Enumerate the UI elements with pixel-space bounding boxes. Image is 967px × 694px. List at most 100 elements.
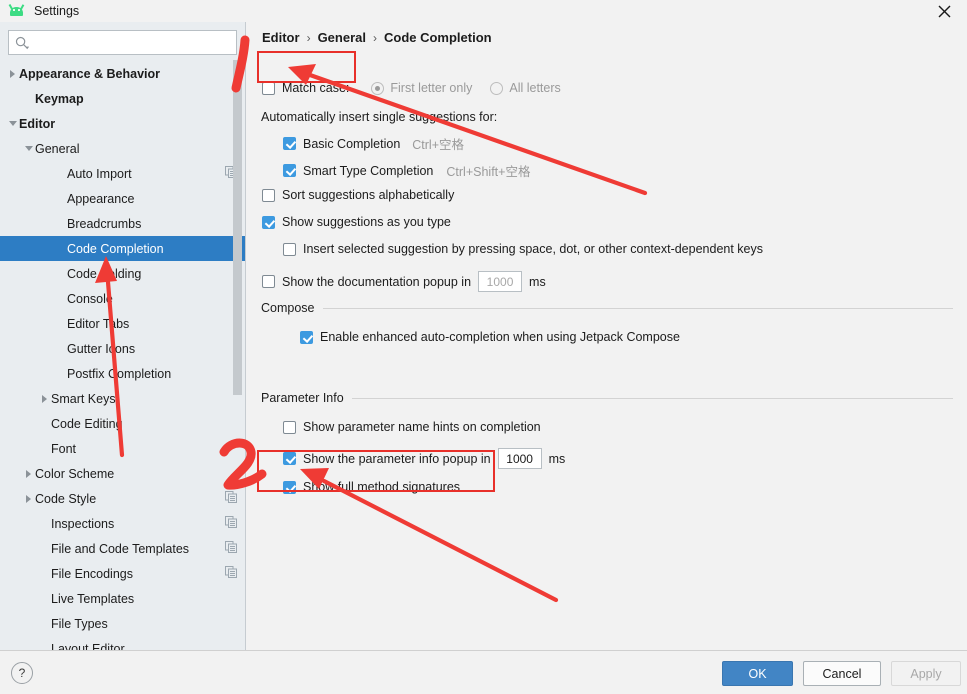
first-letter-only-label: First letter only xyxy=(390,81,473,95)
sidebar-item-gutter-icons[interactable]: Gutter Icons xyxy=(0,336,245,361)
tree-toggle[interactable] xyxy=(6,121,19,126)
breadcrumb-separator-icon: › xyxy=(372,30,377,45)
param-name-hints-checkbox[interactable] xyxy=(283,420,296,434)
sidebar-item-keymap[interactable]: Keymap xyxy=(0,86,245,111)
sidebar-item-label: Editor xyxy=(19,116,56,131)
sidebar-item-color-scheme[interactable]: Color Scheme xyxy=(0,461,245,486)
chevron-down-icon[interactable] xyxy=(8,121,17,126)
parameter-info-group-title: Parameter Info xyxy=(261,391,344,405)
sidebar-item-code-style[interactable]: Code Style xyxy=(0,486,245,511)
insert-selected-row[interactable]: Insert selected suggestion by pressing s… xyxy=(283,242,763,256)
sidebar-item-breadcrumbs[interactable]: Breadcrumbs xyxy=(0,211,245,236)
sidebar-item-file-types[interactable]: File Types xyxy=(0,611,245,636)
search-input[interactable] xyxy=(29,32,236,53)
doc-popup-delay-input[interactable]: 1000 xyxy=(478,271,523,292)
doc-popup-checkbox[interactable] xyxy=(262,275,275,288)
show-as-you-type-row[interactable]: Show suggestions as you type xyxy=(262,215,451,229)
sidebar-item-file-and-code-templates[interactable]: File and Code Templates xyxy=(0,536,245,561)
sidebar-item-code-folding[interactable]: Code Folding xyxy=(0,261,245,286)
copy-settings-icon[interactable] xyxy=(225,541,237,556)
sort-alphabetically-label: Sort suggestions alphabetically xyxy=(282,188,455,202)
tree-toggle[interactable] xyxy=(22,494,35,503)
chevron-right-icon[interactable] xyxy=(26,469,31,478)
tree-toggle[interactable] xyxy=(6,69,19,78)
full-signatures-row[interactable]: Show full method signatures xyxy=(283,480,460,494)
doc-popup-row: Show the documentation popup in 1000 ms xyxy=(262,271,546,292)
sidebar-scrollbar[interactable] xyxy=(233,60,242,395)
basic-completion-checkbox[interactable] xyxy=(283,137,296,150)
copy-settings-icon[interactable] xyxy=(225,566,237,581)
breadcrumb: Editor › General › Code Completion xyxy=(262,30,492,45)
copy-settings-icon[interactable] xyxy=(225,491,237,506)
sidebar-item-general[interactable]: General xyxy=(0,136,245,161)
tree-toggle[interactable] xyxy=(38,394,51,403)
tree-toggle[interactable] xyxy=(22,146,35,151)
full-signatures-label: Show full method signatures xyxy=(303,480,461,494)
doc-popup-unit: ms xyxy=(529,274,546,289)
param-popup-checkbox[interactable] xyxy=(283,452,296,465)
cancel-button[interactable]: Cancel xyxy=(803,661,881,686)
breadcrumb-part-editor[interactable]: Editor xyxy=(262,30,300,45)
smart-type-completion-shortcut: Ctrl+Shift+空格 xyxy=(446,165,531,179)
tree-toggle[interactable] xyxy=(22,469,35,478)
sidebar-item-font[interactable]: Font xyxy=(0,436,245,461)
first-letter-only-radio[interactable] xyxy=(371,81,385,95)
insert-selected-checkbox[interactable] xyxy=(283,242,296,256)
smart-type-completion-checkbox[interactable] xyxy=(283,164,296,177)
search-icon xyxy=(15,36,29,50)
sidebar-item-label: Code Style xyxy=(35,491,97,506)
search-box[interactable] xyxy=(8,30,237,55)
help-button[interactable]: ? xyxy=(11,662,33,684)
sidebar-item-file-encodings[interactable]: File Encodings xyxy=(0,561,245,586)
sidebar-item-postfix-completion[interactable]: Postfix Completion xyxy=(0,361,245,386)
sidebar-item-label: Code Folding xyxy=(67,266,142,281)
all-letters-radio[interactable] xyxy=(490,81,504,95)
sidebar-item-label: Gutter Icons xyxy=(67,341,136,356)
sidebar-item-code-completion[interactable]: Code Completion xyxy=(0,236,245,261)
sidebar-item-inspections[interactable]: Inspections xyxy=(0,511,245,536)
settings-tree: Appearance & Behavior Keymap Editor General… xyxy=(0,61,245,650)
close-icon[interactable] xyxy=(921,0,967,22)
chevron-down-icon[interactable] xyxy=(24,146,33,151)
chevron-right-icon[interactable] xyxy=(42,394,47,403)
sidebar-item-label: Code Editing xyxy=(51,416,123,431)
chevron-right-icon[interactable] xyxy=(10,69,15,78)
sidebar-item-editor-tabs[interactable]: Editor Tabs xyxy=(0,311,245,336)
param-popup-delay-input[interactable]: 1000 xyxy=(497,448,542,469)
match-case-label: Match case: xyxy=(282,81,350,95)
sidebar-item-auto-import[interactable]: Auto Import xyxy=(0,161,245,186)
sidebar-item-console[interactable]: Console xyxy=(0,286,245,311)
breadcrumb-part-general[interactable]: General xyxy=(318,30,366,45)
param-popup-row: Show the parameter info popup in 1000 ms xyxy=(283,448,565,469)
show-as-you-type-checkbox[interactable] xyxy=(262,215,275,229)
sidebar-item-code-editing[interactable]: Code Editing xyxy=(0,411,245,436)
sidebar-item-label: File Types xyxy=(51,616,108,631)
settings-sidebar: Appearance & Behavior Keymap Editor General… xyxy=(0,22,246,650)
full-signatures-checkbox[interactable] xyxy=(283,480,296,494)
match-case-checkbox[interactable] xyxy=(262,81,275,95)
sidebar-item-layout-editor[interactable]: Layout Editor xyxy=(0,636,245,651)
chevron-right-icon[interactable] xyxy=(26,494,31,503)
compose-enable-row[interactable]: Enable enhanced auto-completion when usi… xyxy=(300,330,680,344)
sidebar-item-label: File and Code Templates xyxy=(51,541,190,556)
sidebar-item-label: Appearance xyxy=(67,191,135,206)
sidebar-item-editor[interactable]: Editor xyxy=(0,111,245,136)
ok-button[interactable]: OK xyxy=(722,661,793,686)
sort-alphabetically-row[interactable]: Sort suggestions alphabetically xyxy=(262,188,454,202)
parameter-info-group-header: Parameter Info xyxy=(261,391,953,405)
sidebar-item-live-templates[interactable]: Live Templates xyxy=(0,586,245,611)
copy-settings-icon[interactable] xyxy=(225,516,237,531)
match-case-row: Match case: First letter only All letter… xyxy=(262,81,561,95)
param-name-hints-row[interactable]: Show parameter name hints on completion xyxy=(283,420,541,434)
sidebar-item-smart-keys[interactable]: Smart Keys xyxy=(0,386,245,411)
sidebar-item-appearance[interactable]: Appearance xyxy=(0,186,245,211)
compose-enable-checkbox[interactable] xyxy=(300,330,313,344)
all-letters-radio-group[interactable]: All letters xyxy=(490,81,561,95)
first-letter-only-radio-group[interactable]: First letter only xyxy=(371,81,472,95)
param-popup-label: Show the parameter info popup in xyxy=(303,451,491,466)
compose-group-header: Compose xyxy=(261,301,953,315)
sidebar-item-appearance-behavior[interactable]: Appearance & Behavior xyxy=(0,61,245,86)
sidebar-item-label: Console xyxy=(67,291,113,306)
android-logo-icon xyxy=(8,4,25,17)
sort-alphabetically-checkbox[interactable] xyxy=(262,188,275,202)
